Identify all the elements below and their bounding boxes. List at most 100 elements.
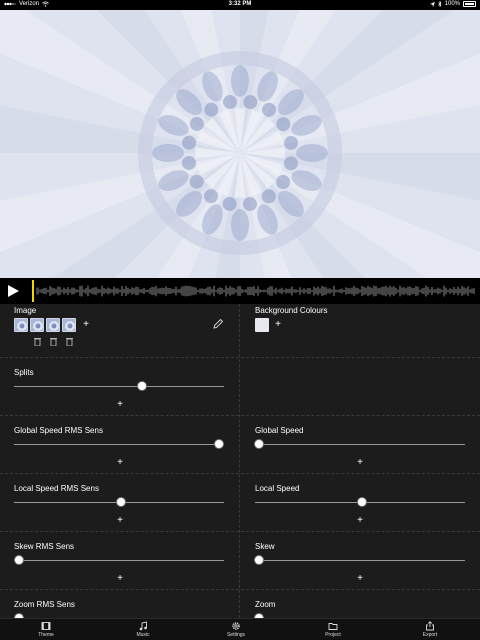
kaleidoscope-dot <box>276 117 291 132</box>
global-speed-label: Global Speed <box>255 426 304 435</box>
local-speed-rms-label: Local Speed RMS Sens <box>14 484 99 493</box>
status-bar: Verizon 3:32 PM 100% <box>0 0 480 10</box>
local-speed-slider-knob[interactable] <box>357 497 367 507</box>
film-icon <box>41 622 51 630</box>
tab-project-label: Project <box>325 632 341 638</box>
background-colour-swatch[interactable] <box>255 318 269 332</box>
splits-slider-track[interactable] <box>14 386 224 387</box>
kaleidoscope-petal <box>231 65 249 97</box>
bluetooth-icon <box>437 1 442 7</box>
kaleidoscope-dot <box>284 136 299 151</box>
image-thumbnail[interactable] <box>30 318 44 332</box>
skew-rms-slider-knob[interactable] <box>14 555 24 565</box>
global-speed-rms-slider-track[interactable] <box>14 444 224 445</box>
gear-icon <box>232 622 240 630</box>
skew-rms-label: Skew RMS Sens <box>14 542 75 551</box>
transport-bar <box>0 278 480 304</box>
image-thumbnail-pattern <box>17 321 27 331</box>
add-background-colour-button[interactable]: + <box>273 320 283 330</box>
kaleidoscope-petal <box>296 144 328 162</box>
kaleidoscope-center <box>234 147 246 159</box>
edit-pencil-icon[interactable] <box>212 318 224 330</box>
global-speed-add-button[interactable]: + <box>355 458 365 468</box>
row-divider <box>0 357 480 358</box>
background-colours-label: Background Colours <box>255 306 328 315</box>
kaleidoscope-dot <box>203 189 218 204</box>
row-divider <box>0 415 480 416</box>
row-divider <box>0 589 480 590</box>
skew-slider-knob[interactable] <box>254 555 264 565</box>
trash-icon[interactable] <box>66 337 73 346</box>
splits-add-button[interactable]: + <box>115 400 125 410</box>
row-divider <box>0 531 480 532</box>
row-divider <box>0 473 480 474</box>
tab-export-label: Export <box>422 632 438 638</box>
kaleidoscope-dot <box>189 174 204 189</box>
kaleidoscope-canvas <box>0 10 480 278</box>
kaleidoscope-petal <box>152 144 184 162</box>
tab-theme[interactable]: Theme <box>16 621 76 638</box>
audio-waveform[interactable] <box>36 278 476 304</box>
play-icon[interactable] <box>6 284 20 298</box>
status-right: 100% <box>429 1 476 7</box>
tab-music-label: Music <box>136 632 150 638</box>
column-divider <box>239 304 240 618</box>
kaleidoscope-dot <box>243 95 258 110</box>
skew-rms-slider-track[interactable] <box>14 560 224 561</box>
controls-panel: Image + Background Colours + Splits + Gl… <box>0 304 480 618</box>
image-thumbnail[interactable] <box>14 318 28 332</box>
kaleidoscope-dot <box>242 197 257 212</box>
playhead[interactable] <box>32 280 35 302</box>
local-speed-rms-slider-knob[interactable] <box>116 497 126 507</box>
tab-export[interactable]: Export <box>400 621 460 638</box>
tab-project[interactable]: Project <box>303 621 363 638</box>
skew-slider-track[interactable] <box>255 560 465 561</box>
local-speed-rms-add-button[interactable]: + <box>115 516 125 526</box>
kaleidoscope-petal <box>231 209 249 241</box>
global-speed-rms-label: Global Speed RMS Sens <box>14 426 103 435</box>
global-speed-slider-knob[interactable] <box>254 439 264 449</box>
kaleidoscope-dot <box>181 155 196 170</box>
status-time: 3:32 PM <box>228 1 252 7</box>
tab-settings[interactable]: Settings <box>206 621 266 638</box>
image-thumbnail-pattern <box>65 321 75 331</box>
kaleidoscope-dot <box>276 175 291 190</box>
image-thumbnail-pattern <box>33 321 43 331</box>
image-thumbnail-pattern <box>49 321 59 331</box>
folder-icon <box>328 623 338 630</box>
image-thumbnail[interactable] <box>46 318 60 332</box>
global-speed-rms-add-button[interactable]: + <box>115 458 125 468</box>
kaleidoscope-preview[interactable] <box>0 10 480 278</box>
image-thumbnail[interactable] <box>62 318 76 332</box>
trash-icon[interactable] <box>50 337 57 346</box>
tab-music[interactable]: Music <box>113 621 173 638</box>
tab-bar: Theme Music Settings Project Export <box>0 618 480 640</box>
global-speed-slider-track[interactable] <box>255 444 465 445</box>
skew-rms-add-button[interactable]: + <box>115 574 125 584</box>
battery-icon <box>463 1 476 7</box>
kaleidoscope-dot <box>222 196 237 211</box>
splits-label: Splits <box>14 368 34 377</box>
music-note-icon <box>139 621 147 631</box>
global-speed-rms-slider-knob[interactable] <box>214 439 224 449</box>
skew-label: Skew <box>255 542 275 551</box>
kaleidoscope-dot <box>283 156 298 171</box>
add-image-button[interactable]: + <box>81 320 91 330</box>
kaleidoscope-dot <box>189 116 204 131</box>
battery-label: 100% <box>444 1 460 7</box>
tab-theme-label: Theme <box>38 632 54 638</box>
trash-icon[interactable] <box>34 337 41 346</box>
kaleidoscope-dot <box>262 102 277 117</box>
location-icon <box>429 1 435 7</box>
kaleidoscope-dot <box>182 135 197 150</box>
zoom-rms-label: Zoom RMS Sens <box>14 600 75 609</box>
kaleidoscope-dot <box>261 189 276 204</box>
tab-settings-label: Settings <box>226 632 246 638</box>
local-speed-add-button[interactable]: + <box>355 516 365 526</box>
splits-slider-knob[interactable] <box>137 381 148 391</box>
zoom-label: Zoom <box>255 600 276 609</box>
share-icon <box>426 621 434 631</box>
image-section-label: Image <box>14 306 37 315</box>
kaleidoscope-dot <box>223 94 238 109</box>
skew-add-button[interactable]: + <box>355 574 365 584</box>
